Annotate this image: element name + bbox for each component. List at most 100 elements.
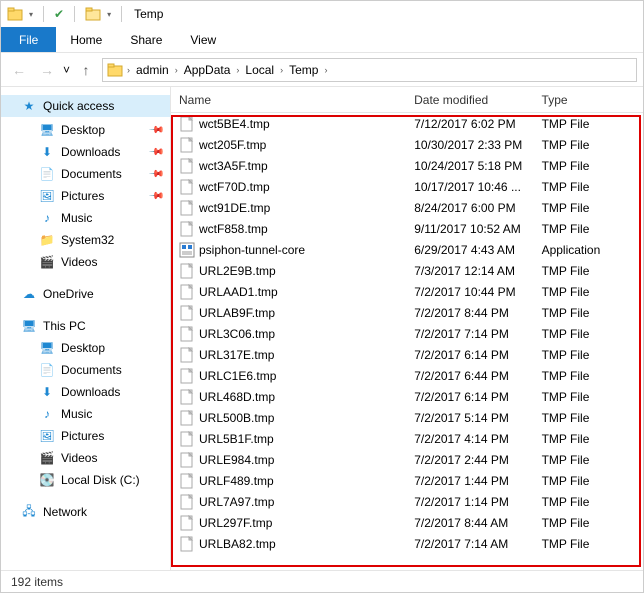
file-row[interactable]: URLC1E6.tmp7/2/2017 6:44 PMTMP File [171, 365, 643, 386]
file-row[interactable]: URLBA82.tmp7/2/2017 7:14 AMTMP File [171, 533, 643, 554]
file-row[interactable]: URL5B1F.tmp7/2/2017 4:14 PMTMP File [171, 428, 643, 449]
breadcrumb[interactable]: › admin › AppData › Local › Temp › [102, 58, 637, 82]
file-row[interactable]: wctF858.tmp9/11/2017 10:52 AMTMP File [171, 218, 643, 239]
nav-label: OneDrive [43, 287, 94, 301]
file-row[interactable]: URL317E.tmp7/2/2017 6:14 PMTMP File [171, 344, 643, 365]
pin-icon: 📌 [147, 144, 164, 161]
file-name-cell: wct91DE.tmp [171, 200, 406, 216]
file-name-cell: wct3A5F.tmp [171, 158, 406, 174]
crumb-1[interactable]: AppData [180, 63, 235, 77]
nav-network[interactable]: 🖧 Network [1, 501, 170, 523]
tab-view[interactable]: View [176, 27, 230, 52]
column-name[interactable]: Name [171, 87, 406, 112]
up-button[interactable]: ↑ [74, 58, 98, 82]
file-type-cell: TMP File [534, 348, 643, 362]
crumb-0[interactable]: admin [132, 63, 173, 77]
file-date-cell: 7/2/2017 10:44 PM [406, 285, 533, 299]
file-list[interactable]: wct5BE4.tmp7/12/2017 6:02 PMTMP Filewct2… [171, 113, 643, 570]
file-row[interactable]: psiphon-tunnel-core6/29/2017 4:43 AMAppl… [171, 239, 643, 260]
file-name: wctF858.tmp [199, 222, 268, 236]
check-icon[interactable]: ✔ [54, 7, 64, 21]
file-row[interactable]: URLE984.tmp7/2/2017 2:44 PMTMP File [171, 449, 643, 470]
file-type-cell: TMP File [534, 516, 643, 530]
nav-item[interactable]: 🖼Pictures [1, 425, 170, 447]
file-name: URL317E.tmp [199, 348, 274, 362]
nav-onedrive[interactable]: ☁ OneDrive [1, 283, 170, 305]
file-type-cell: TMP File [534, 222, 643, 236]
file-name-cell: URLC1E6.tmp [171, 368, 406, 384]
file-row[interactable]: URL3C06.tmp7/2/2017 7:14 PMTMP File [171, 323, 643, 344]
folder-icon: ♪ [39, 211, 55, 225]
nav-quick-access[interactable]: ★ Quick access [1, 95, 170, 117]
qat-dropdown-icon[interactable]: ▾ [29, 10, 33, 19]
folder-open-icon[interactable] [85, 6, 101, 22]
nav-this-pc[interactable]: 🖥 This PC [1, 315, 170, 337]
nav-item[interactable]: 📄Documents📌 [1, 163, 170, 185]
file-row[interactable]: wct3A5F.tmp10/24/2017 5:18 PMTMP File [171, 155, 643, 176]
file-row[interactable]: wct91DE.tmp8/24/2017 6:00 PMTMP File [171, 197, 643, 218]
chevron-right-icon[interactable]: › [173, 65, 180, 75]
up-arrow-icon: ↑ [83, 62, 90, 78]
file-row[interactable]: URLAAD1.tmp7/2/2017 10:44 PMTMP File [171, 281, 643, 302]
nav-item[interactable]: 🎬Videos [1, 251, 170, 273]
file-row[interactable]: URLAB9F.tmp7/2/2017 8:44 PMTMP File [171, 302, 643, 323]
nav-label: System32 [61, 233, 114, 247]
column-date[interactable]: Date modified [406, 87, 533, 112]
file-icon [179, 158, 195, 174]
nav-item[interactable]: 🖥Desktop📌 [1, 119, 170, 141]
file-row[interactable]: URL7A97.tmp7/2/2017 1:14 PMTMP File [171, 491, 643, 512]
folder-icon [107, 62, 123, 78]
nav-item[interactable]: ⬇Downloads [1, 381, 170, 403]
chevron-right-icon[interactable]: › [125, 65, 132, 75]
crumb-3[interactable]: Temp [285, 63, 322, 77]
application-icon [179, 242, 195, 258]
file-row[interactable]: URL297F.tmp7/2/2017 8:44 AMTMP File [171, 512, 643, 533]
file-icon [179, 137, 195, 153]
file-icon [179, 368, 195, 384]
folder-icon: 🖥 [39, 341, 55, 355]
nav-item[interactable]: 💽Local Disk (C:) [1, 469, 170, 491]
back-button[interactable]: ← [7, 58, 31, 82]
qat-dropdown-icon[interactable]: ▾ [107, 10, 111, 19]
file-name-cell: URL500B.tmp [171, 410, 406, 426]
file-name-cell: URLAB9F.tmp [171, 305, 406, 321]
tab-home[interactable]: Home [56, 27, 116, 52]
file-row[interactable]: URLF489.tmp7/2/2017 1:44 PMTMP File [171, 470, 643, 491]
chevron-right-icon[interactable]: › [278, 65, 285, 75]
nav-item[interactable]: 📄Documents [1, 359, 170, 381]
file-row[interactable]: URL2E9B.tmp7/3/2017 12:14 AMTMP File [171, 260, 643, 281]
nav-item[interactable]: 🖼Pictures📌 [1, 185, 170, 207]
nav-label: Desktop [61, 341, 105, 355]
file-icon [179, 284, 195, 300]
nav-item[interactable]: 🖥 Desktop [1, 337, 170, 359]
file-row[interactable]: wctF70D.tmp10/17/2017 10:46 ...TMP File [171, 176, 643, 197]
chevron-right-icon[interactable]: › [322, 65, 329, 75]
file-name-cell: URL7A97.tmp [171, 494, 406, 510]
file-date-cell: 7/2/2017 5:14 PM [406, 411, 533, 425]
file-row[interactable]: wct205F.tmp10/30/2017 2:33 PMTMP File [171, 134, 643, 155]
nav-item[interactable]: ♪Music [1, 403, 170, 425]
file-date-cell: 7/2/2017 1:44 PM [406, 474, 533, 488]
column-type[interactable]: Type [534, 87, 643, 112]
file-icon [179, 389, 195, 405]
file-date-cell: 7/2/2017 1:14 PM [406, 495, 533, 509]
file-row[interactable]: URL468D.tmp7/2/2017 6:14 PMTMP File [171, 386, 643, 407]
file-name: wct5BE4.tmp [199, 117, 270, 131]
nav-item[interactable]: ♪Music [1, 207, 170, 229]
file-row[interactable]: URL500B.tmp7/2/2017 5:14 PMTMP File [171, 407, 643, 428]
file-type-cell: TMP File [534, 159, 643, 173]
history-dropdown-icon[interactable]: ˅ [63, 63, 70, 77]
nav-item[interactable]: 📁System32 [1, 229, 170, 251]
file-type-cell: TMP File [534, 201, 643, 215]
tab-file[interactable]: File [1, 27, 56, 52]
nav-item[interactable]: 🎬Videos [1, 447, 170, 469]
forward-button[interactable]: → [35, 58, 59, 82]
tab-share[interactable]: Share [116, 27, 176, 52]
chevron-right-icon[interactable]: › [234, 65, 241, 75]
navigation-pane: ★ Quick access 🖥Desktop📌⬇Downloads📌📄Docu… [1, 87, 171, 570]
nav-item[interactable]: ⬇Downloads📌 [1, 141, 170, 163]
file-row[interactable]: wct5BE4.tmp7/12/2017 6:02 PMTMP File [171, 113, 643, 134]
crumb-2[interactable]: Local [241, 63, 278, 77]
address-bar: ← → ˅ ↑ › admin › AppData › Local › Temp… [1, 53, 643, 87]
file-icon [179, 200, 195, 216]
